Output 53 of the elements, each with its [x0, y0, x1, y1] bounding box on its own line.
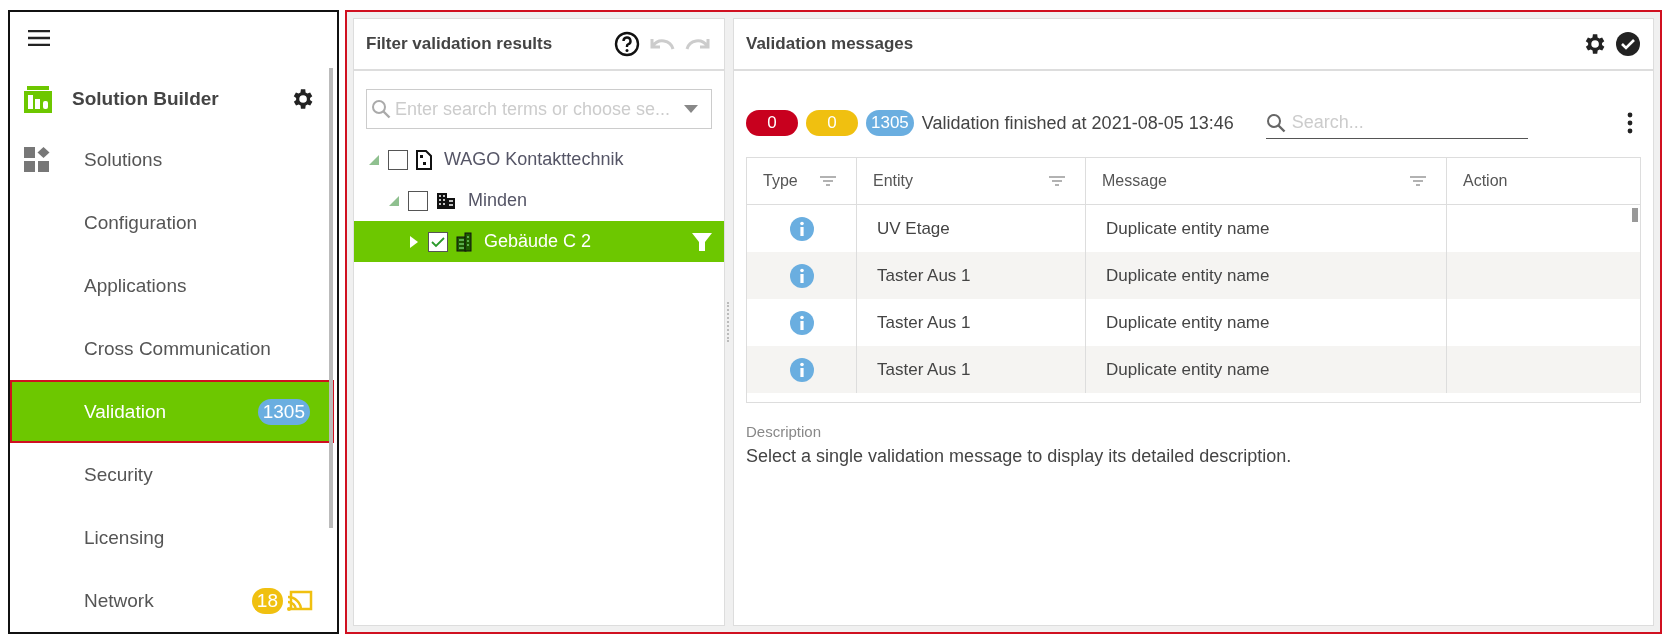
nav-item[interactable]: Configuration — [10, 191, 337, 254]
tree-item[interactable]: Minden — [354, 180, 724, 221]
column-header[interactable]: Message — [1085, 158, 1447, 205]
count-badge[interactable]: 0 — [746, 110, 798, 136]
checkbox[interactable] — [388, 149, 408, 170]
scrollbar-thumb[interactable] — [1632, 208, 1638, 222]
app-title: Solution Builder — [72, 88, 220, 110]
nav-item[interactable]: Network 18 — [10, 569, 337, 632]
tiles-icon — [24, 146, 50, 173]
tree-item[interactable]: WAGO Kontakttechnik — [354, 139, 724, 180]
more-icon[interactable] — [1627, 112, 1633, 134]
scrollbar-thumb[interactable] — [329, 68, 333, 528]
count-badge: 18 — [251, 587, 283, 614]
search-icon — [371, 99, 391, 119]
filter-icon[interactable] — [1410, 176, 1426, 186]
dropdown-icon[interactable] — [684, 105, 698, 113]
column-header[interactable]: Entity — [856, 158, 1086, 205]
count-badge: 1305 — [257, 398, 310, 425]
table-cell: Taster Aus 1 — [856, 346, 1086, 393]
cast-icon[interactable] — [287, 589, 313, 612]
info-icon — [789, 216, 814, 241]
status-text: Validation finished at 2021-08-05 13:46 — [921, 112, 1234, 134]
expand-toggle[interactable] — [408, 234, 420, 249]
info-icon — [789, 357, 814, 382]
nav-item[interactable]: Licensing — [10, 506, 337, 569]
checkbox[interactable] — [428, 231, 448, 252]
building-icon — [436, 191, 456, 210]
panel-title: Filter validation results — [366, 34, 554, 54]
filter-icon[interactable] — [820, 176, 836, 186]
info-icon — [789, 310, 814, 335]
column-header[interactable]: Type — [747, 158, 857, 205]
table-cell: Duplicate entity name — [1085, 252, 1447, 299]
search-icon — [1265, 113, 1286, 133]
table-cell: Taster Aus 1 — [856, 252, 1086, 299]
nav-item[interactable]: Solutions — [10, 128, 337, 191]
filter-icon[interactable] — [692, 231, 712, 252]
nav-item[interactable]: Cross Communication — [10, 317, 337, 380]
nav-item[interactable]: Security — [10, 443, 337, 506]
filter-icon[interactable] — [1049, 176, 1065, 186]
panel-title: Validation messages — [746, 34, 915, 54]
description-label: Description — [746, 423, 823, 440]
column-header[interactable]: Action — [1446, 158, 1640, 205]
document-icon — [416, 149, 432, 170]
check-circle-icon[interactable] — [1615, 31, 1641, 57]
help-icon[interactable] — [614, 31, 640, 57]
table-cell: Duplicate entity name — [1085, 346, 1447, 393]
description-text: Select a single validation message to display its detailed description. — [746, 446, 1293, 467]
checkbox[interactable] — [408, 190, 428, 211]
info-icon — [789, 263, 814, 288]
logo-icon — [24, 85, 52, 113]
nav-item[interactable]: Applications — [10, 254, 337, 317]
tower-icon — [456, 231, 472, 252]
menu-icon[interactable] — [28, 30, 50, 46]
